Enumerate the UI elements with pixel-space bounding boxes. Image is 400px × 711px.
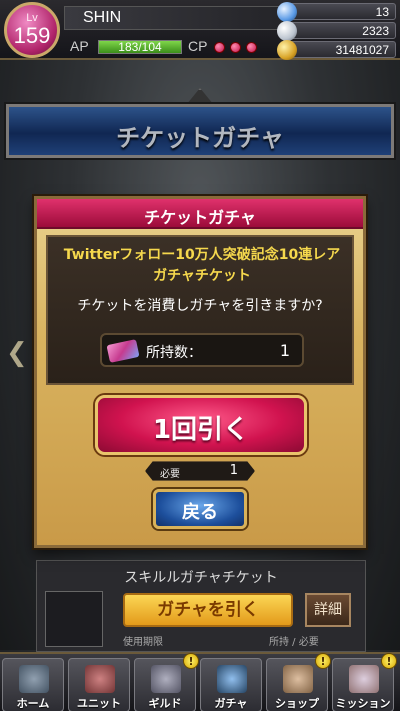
currency-orb[interactable]: 2323 (277, 21, 396, 41)
back-label: 戻る (182, 502, 218, 523)
pull-once-label: 1回引く (152, 415, 250, 445)
owned-required-label: 所持 / 必要 (269, 637, 319, 648)
gacha-icon (217, 665, 247, 693)
crystal-icon (277, 2, 297, 22)
nav-label: ユニット (77, 697, 121, 710)
bottom-nav: ホーム ユニット ギルド ! ガチャ ショップ ! ミッション ! (0, 652, 400, 711)
ap-label: AP (70, 38, 89, 54)
expiry-label: 使用期限 (123, 637, 163, 648)
cp-point-1 (214, 42, 225, 53)
nav-guild[interactable]: ギルド ! (134, 653, 199, 711)
nav-home[interactable]: ホーム (2, 658, 64, 711)
nav-label: ホーム (16, 697, 50, 710)
nav-label: ミッション (335, 697, 391, 710)
ap-bar: 183/104 (98, 40, 182, 54)
chevron-left-icon[interactable]: ❮ (6, 338, 28, 368)
unit-icon (85, 665, 115, 693)
notification-badge: ! (183, 653, 199, 669)
nav-label: ガチャ (214, 697, 248, 710)
owned-count-box: 所持数： 1 (100, 333, 304, 367)
nav-mission[interactable]: ミッション ! (332, 653, 397, 711)
ticket-icon (106, 339, 140, 363)
owned-label: 所持数： (146, 345, 202, 361)
required-value: 1 (229, 463, 238, 478)
player-name-box: SHIN (64, 6, 286, 30)
currency-orb-value: 2323 (362, 24, 389, 38)
cp-label: CP (188, 38, 208, 54)
cp-point-3 (246, 42, 257, 53)
level-value: 159 (13, 23, 51, 48)
owned-value: 1 (279, 341, 290, 360)
nav-label: ショップ (275, 697, 319, 710)
dialog-title: チケットガチャ (144, 208, 256, 227)
required-count-box: 必要 1 (145, 461, 255, 481)
nav-unit[interactable]: ユニット (68, 658, 130, 711)
list-detail-button[interactable]: 詳細 (305, 593, 351, 627)
guild-icon (151, 665, 181, 693)
nav-gacha[interactable]: ガチャ (200, 658, 262, 711)
gacha-confirm-dialog: チケットガチャ Twitterフォロー10万人突破記念10連レアガチャチケット … (34, 196, 366, 548)
status-bar: Lv 159 SHIN AP 183/104 CP 13 2323 314810… (0, 0, 400, 60)
dialog-header: チケットガチャ (37, 199, 363, 229)
nav-shop[interactable]: ショップ ! (266, 653, 331, 711)
list-pull-gacha-button[interactable]: ガチャを引く (123, 593, 293, 627)
shop-icon (283, 665, 313, 693)
currency-crystal[interactable]: 13 (277, 2, 396, 22)
gold-coin-icon (277, 40, 297, 60)
ticket-list-item: スキルルガチャチケット ガチャを引く 詳細 使用期限 所持 / 必要 (36, 560, 366, 652)
ap-value: 183/104 (118, 40, 162, 54)
mission-icon (349, 665, 379, 693)
required-label: 必要 (160, 469, 180, 480)
ticket-name: Twitterフォロー10万人突破記念10連レアガチャチケット (63, 247, 341, 284)
dialog-info-panel: Twitterフォロー10万人突破記念10連レアガチャチケット チケットを消費し… (46, 235, 354, 385)
cp-point-2 (230, 42, 241, 53)
player-name: SHIN (83, 9, 122, 26)
nav-label: ギルド (148, 697, 182, 710)
pull-once-button[interactable]: 1回引く (95, 395, 307, 455)
currency-gold-value: 31481027 (335, 43, 389, 57)
ticket-list-title: スキルルガチャチケット (124, 570, 278, 586)
notification-badge: ! (381, 653, 397, 669)
back-button[interactable]: 戻る (153, 489, 247, 529)
currency-gold[interactable]: 31481027 (277, 40, 396, 60)
currency-crystal-value: 13 (375, 5, 389, 19)
home-icon (19, 665, 49, 693)
orb-icon (277, 21, 297, 41)
level-badge: Lv 159 (4, 2, 60, 58)
notification-badge: ! (315, 653, 331, 669)
confirm-question: チケットを消費しガチャを引きますか? (77, 298, 323, 314)
ticket-thumbnail (45, 591, 103, 647)
